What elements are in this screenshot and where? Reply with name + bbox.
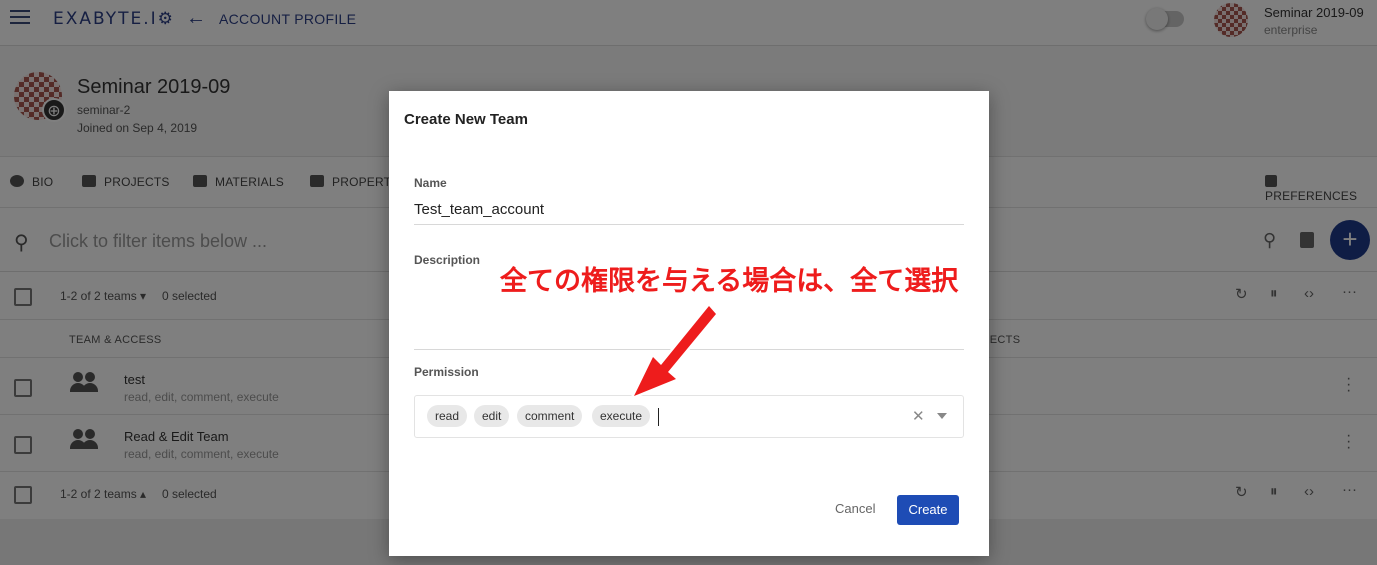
dialog-title: Create New Team [404,111,528,128]
chip-edit[interactable]: edit [474,405,510,427]
name-field[interactable]: Test_team_account [414,201,964,225]
chip-execute[interactable]: execute [592,405,651,427]
permission-select[interactable]: read edit comment execute ✕ [414,395,964,438]
description-label: Description [414,253,481,267]
cancel-button[interactable]: Cancel [835,501,875,516]
close-icon[interactable]: ✕ [912,407,925,425]
permission-label: Permission [414,365,479,379]
text-caret [658,408,659,426]
chevron-down-icon[interactable] [937,413,947,419]
chip-comment[interactable]: comment [517,405,583,427]
create-button[interactable]: Create [897,495,959,525]
name-label: Name [414,176,447,190]
annotation-text: 全ての権限を与える場合は、全て選択 [500,266,959,297]
create-team-dialog: Create New Team Name Test_team_account D… [389,91,989,556]
chip-read[interactable]: read [427,405,468,427]
